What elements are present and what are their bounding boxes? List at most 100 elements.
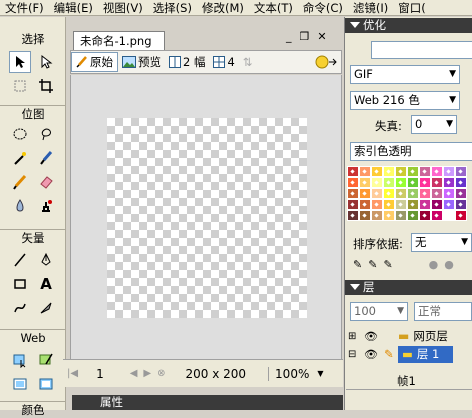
optimize-panel-header[interactable]: 优化 bbox=[345, 18, 472, 33]
stop-icon[interactable]: ⊗ bbox=[157, 368, 165, 379]
rectangle-tool[interactable] bbox=[9, 273, 31, 295]
palette-swatch[interactable] bbox=[359, 199, 371, 210]
pointer-tool[interactable] bbox=[9, 51, 31, 73]
tab-preview[interactable]: 预览 bbox=[118, 52, 165, 72]
palette-swatch[interactable] bbox=[431, 199, 443, 210]
transparent-canvas[interactable] bbox=[107, 118, 307, 318]
palette-select[interactable]: Web 216 色 ▼ bbox=[350, 91, 460, 110]
palette-swatch[interactable] bbox=[443, 199, 455, 210]
optimize-preset-field[interactable] bbox=[371, 41, 472, 59]
delete-color-icon[interactable]: ● bbox=[444, 258, 454, 271]
palette-swatch[interactable] bbox=[371, 199, 383, 210]
crop-tool[interactable] bbox=[35, 75, 57, 97]
palette-swatch[interactable] bbox=[347, 166, 359, 177]
palette-swatch[interactable] bbox=[419, 199, 431, 210]
palette-swatch[interactable] bbox=[419, 177, 431, 188]
freeform-tool[interactable] bbox=[9, 297, 31, 319]
palette-swatch[interactable] bbox=[359, 177, 371, 188]
palette-swatch[interactable] bbox=[347, 199, 359, 210]
palette-swatch[interactable] bbox=[395, 199, 407, 210]
menu-commands[interactable]: 命令(C) bbox=[298, 1, 348, 15]
palette-swatch[interactable] bbox=[371, 166, 383, 177]
palette-swatch[interactable] bbox=[455, 210, 467, 221]
palette-swatch[interactable] bbox=[407, 199, 419, 210]
loss-select[interactable]: 0 ▼ bbox=[411, 115, 457, 134]
pencil-tool[interactable] bbox=[9, 171, 31, 193]
menu-text[interactable]: 文本(T) bbox=[249, 1, 298, 15]
restore-button[interactable]: ❐ bbox=[300, 30, 310, 44]
transparency-select[interactable]: 索引色透明 bbox=[350, 142, 472, 161]
eye-icon[interactable]: 👁 bbox=[364, 328, 384, 345]
palette-swatch[interactable] bbox=[359, 210, 371, 221]
palette-swatch[interactable] bbox=[431, 177, 443, 188]
palette-swatch[interactable] bbox=[359, 188, 371, 199]
palette-swatch[interactable] bbox=[419, 166, 431, 177]
line-tool[interactable] bbox=[9, 249, 31, 271]
brush-tool[interactable] bbox=[35, 147, 57, 169]
properties-panel-header[interactable]: 属性 bbox=[72, 395, 343, 410]
palette-swatch[interactable] bbox=[371, 177, 383, 188]
lock-color-icon[interactable]: ✎ bbox=[368, 258, 377, 271]
frame-arrows-button[interactable]: ⇅ bbox=[239, 52, 257, 72]
palette-swatch[interactable] bbox=[395, 166, 407, 177]
zoom-level[interactable]: 100% bbox=[268, 366, 309, 381]
palette-swatch[interactable] bbox=[347, 188, 359, 199]
first-frame-icon[interactable]: |◀ bbox=[67, 368, 78, 379]
palette-swatch[interactable] bbox=[431, 188, 443, 199]
blend-mode-select[interactable]: 正常 bbox=[414, 302, 472, 321]
tab-2-up[interactable]: 2 幅 bbox=[165, 52, 209, 72]
palette-swatch[interactable] bbox=[407, 188, 419, 199]
scale-tool[interactable] bbox=[9, 75, 31, 97]
zoom-dropdown-icon[interactable]: ▼ bbox=[317, 369, 323, 378]
blur-tool[interactable] bbox=[9, 195, 31, 217]
marquee-tool[interactable] bbox=[9, 123, 31, 145]
palette-swatch[interactable] bbox=[347, 210, 359, 221]
palette-swatch[interactable] bbox=[443, 188, 455, 199]
palette-swatch[interactable] bbox=[443, 166, 455, 177]
minimize-button[interactable]: _ bbox=[286, 30, 292, 44]
menu-modify[interactable]: 修改(M) bbox=[197, 1, 249, 15]
format-select[interactable]: GIF ▼ bbox=[350, 65, 460, 84]
sort-select[interactable]: 无 ▼ bbox=[411, 233, 472, 252]
tab-original[interactable]: 原始 bbox=[71, 52, 118, 72]
palette-swatch[interactable] bbox=[395, 177, 407, 188]
layer-expand-icon[interactable]: ⊞ bbox=[348, 328, 364, 345]
layers-panel-header[interactable]: 层 bbox=[345, 280, 472, 295]
prev-frame-icon[interactable]: ◀ bbox=[130, 368, 138, 379]
next-frame-icon[interactable]: ▶ bbox=[143, 368, 151, 379]
lasso-tool[interactable] bbox=[35, 123, 57, 145]
pen-tool[interactable] bbox=[35, 249, 57, 271]
menu-view[interactable]: 视图(V) bbox=[98, 1, 148, 15]
palette-swatch[interactable] bbox=[383, 166, 395, 177]
hotspot-tool[interactable] bbox=[9, 349, 31, 371]
layer-row-web[interactable]: ⊞ 👁 ▬ 网页层 bbox=[348, 328, 472, 345]
palette-swatch[interactable] bbox=[455, 177, 467, 188]
palette-swatch[interactable] bbox=[419, 210, 431, 221]
text-tool[interactable]: A bbox=[35, 273, 57, 295]
tab-4-up[interactable]: 4 bbox=[209, 52, 238, 72]
slice-tool[interactable] bbox=[35, 349, 57, 371]
rubber-stamp-tool[interactable] bbox=[35, 195, 57, 217]
knife-tool[interactable] bbox=[35, 297, 57, 319]
palette-swatch[interactable] bbox=[395, 210, 407, 221]
palette-swatch[interactable] bbox=[383, 210, 395, 221]
opacity-select[interactable]: 100 ▼ bbox=[350, 302, 408, 321]
layer-row-1[interactable]: ⊟ 👁 ✎ ▬ 层 1 bbox=[348, 346, 472, 363]
quick-export-button[interactable] bbox=[311, 52, 341, 72]
palette-swatch[interactable] bbox=[407, 166, 419, 177]
palette-swatch[interactable] bbox=[395, 188, 407, 199]
palette-swatch[interactable] bbox=[383, 177, 395, 188]
add-color-icon[interactable]: ● bbox=[429, 258, 439, 271]
palette-swatch[interactable] bbox=[359, 166, 371, 177]
menu-window[interactable]: 窗口( bbox=[393, 1, 431, 15]
layer-selected-highlight[interactable]: ▬ 层 1 bbox=[398, 346, 454, 363]
palette-swatch[interactable] bbox=[443, 177, 455, 188]
palette-swatch[interactable] bbox=[455, 188, 467, 199]
snap-web-color-icon[interactable]: ✎ bbox=[383, 258, 392, 271]
palette-swatch[interactable] bbox=[455, 166, 467, 177]
palette-swatch[interactable] bbox=[371, 188, 383, 199]
eraser-tool[interactable] bbox=[35, 171, 57, 193]
eye-icon[interactable]: 👁 bbox=[364, 346, 384, 363]
menu-file[interactable]: 文件(F) bbox=[0, 1, 49, 15]
color-palette-swatches[interactable] bbox=[347, 166, 472, 222]
